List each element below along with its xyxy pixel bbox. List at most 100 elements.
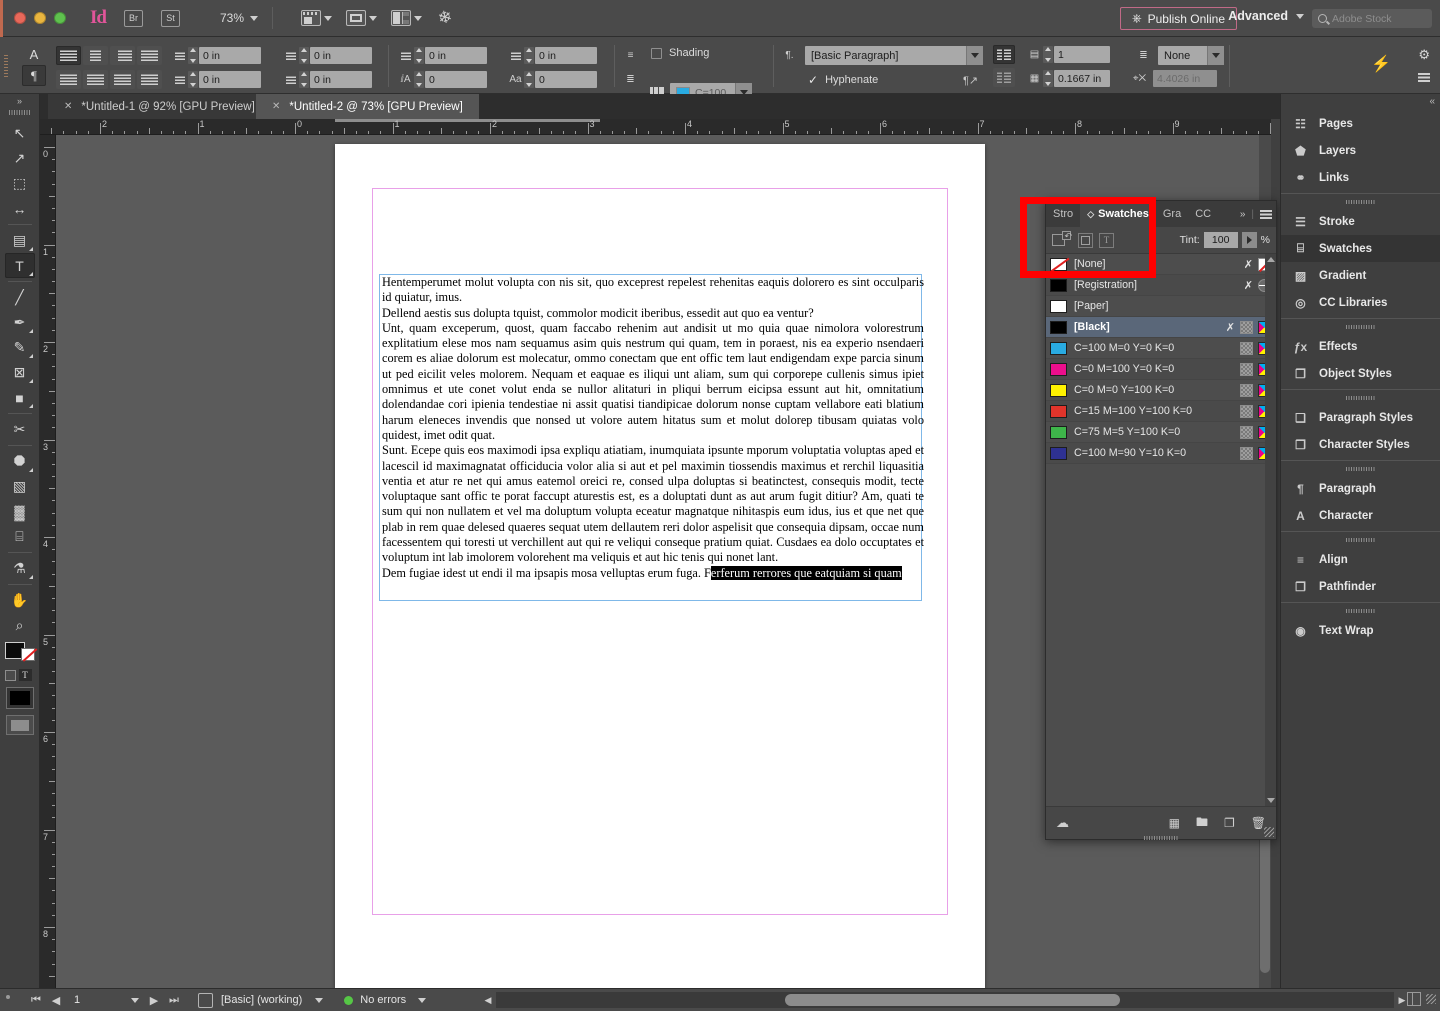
gradient-swatch-tool[interactable]: ▧ (5, 474, 35, 499)
paragraph-composer-icon[interactable]: ¶↗ (963, 74, 978, 87)
window-controls[interactable] (14, 12, 66, 24)
dock-item-object-styles[interactable]: ❐Object Styles (1281, 360, 1440, 387)
story-text[interactable]: Hentemperumet molut volupta con nis sit,… (382, 275, 924, 581)
formatting-affects-text-icon[interactable]: T (1099, 233, 1114, 248)
gear-icon[interactable]: ⚙ (1418, 47, 1430, 63)
close-icon[interactable]: ✕ (64, 101, 72, 112)
control-bar-grip[interactable] (4, 53, 8, 77)
tint-slider-arrow[interactable] (1242, 232, 1257, 248)
dock-item-stroke[interactable]: ☰Stroke (1281, 208, 1440, 235)
master-page-selector[interactable]: [Basic] (working) (198, 991, 328, 1009)
previous-page-button[interactable]: ◀ (46, 990, 66, 1010)
swatch-row[interactable]: C=15 M=100 Y=100 K=0 (1046, 401, 1276, 422)
quick-apply-icon[interactable]: ⚡ (1371, 54, 1391, 74)
direct-selection-tool[interactable]: ↗ (5, 146, 35, 171)
dock-item-text-wrap[interactable]: ◉Text Wrap (1281, 617, 1440, 644)
flyout-triangle-icon[interactable] (29, 379, 33, 383)
span-columns-button[interactable] (993, 45, 1015, 64)
drop-cap-lines-field[interactable]: ⅈA (398, 71, 487, 88)
dock-item-swatches[interactable]: ⌸Swatches (1281, 235, 1440, 262)
dock-item-cc-libraries[interactable]: ◎CC Libraries (1281, 289, 1440, 316)
swatches-panel[interactable]: Stro ◇ Swatches Gra CC » | ↶ T Tint: 100 (1045, 200, 1277, 840)
shading-checkbox[interactable] (651, 48, 662, 59)
flyout-triangle-icon[interactable] (29, 575, 33, 579)
swatch-list[interactable]: [None]✗[Registration]✗[Paper][Black]✗C=1… (1046, 254, 1276, 806)
page-select-dropdown[interactable] (126, 991, 144, 1009)
bullet-list-button[interactable]: ≡ (622, 46, 639, 65)
scrollbar-thumb[interactable] (785, 994, 1120, 1006)
minimize-window-icon[interactable] (34, 12, 46, 24)
swatch-row[interactable]: C=100 M=90 Y=10 K=0 (1046, 443, 1276, 464)
scrollbar-thumb[interactable] (1260, 823, 1270, 973)
character-formatting-button[interactable]: A (22, 44, 46, 65)
last-line-indent-input[interactable] (310, 71, 372, 88)
collapse-panels-icon[interactable]: « (1429, 96, 1435, 107)
horizontal-scrollbar[interactable]: ◀ ▶ (480, 992, 1410, 1008)
grid-align-select[interactable]: None (1158, 46, 1224, 65)
chevron-down-icon[interactable] (310, 991, 328, 1009)
hyphenate-row[interactable]: ✓ Hyphenate ¶↗ (808, 73, 878, 87)
page-tool[interactable]: ⬚ (5, 171, 35, 196)
hyphenate-checkbox[interactable]: ✓ (808, 73, 818, 87)
stepper[interactable] (524, 71, 534, 88)
align-away-spine-button[interactable] (110, 70, 135, 89)
tab-overflow-icon[interactable]: » (1240, 209, 1246, 220)
line-tool[interactable]: ╱ (5, 285, 35, 310)
stepper[interactable] (524, 47, 534, 64)
right-indent-input[interactable] (310, 47, 372, 64)
chevron-down-icon[interactable] (413, 991, 431, 1009)
swatch-row[interactable]: C=0 M=100 Y=0 K=0 (1046, 359, 1276, 380)
pen-tool[interactable]: ✒ (5, 310, 35, 335)
flyout-triangle-icon[interactable] (29, 354, 33, 358)
stock-button[interactable]: St (161, 10, 180, 27)
paragraph-style-select[interactable]: [Basic Paragraph] (805, 46, 983, 65)
adobe-stock-search[interactable]: Adobe Stock (1312, 9, 1432, 28)
view-options-button[interactable] (346, 10, 377, 26)
panel-bottom-grip[interactable] (1144, 836, 1178, 840)
dock-item-layers[interactable]: ⬟Layers (1281, 137, 1440, 164)
align-left-button[interactable] (56, 46, 81, 65)
frame-width-input[interactable] (1153, 70, 1217, 87)
tint-control[interactable]: Tint: 100 % (1180, 232, 1270, 248)
dock-item-character-styles[interactable]: ❒Character Styles (1281, 431, 1440, 458)
first-line-indent-field[interactable] (172, 71, 261, 88)
gutter-input[interactable] (1054, 70, 1110, 87)
new-swatch-icon[interactable]: ❐ (1224, 816, 1235, 830)
swatch-list-scrollbar[interactable] (1265, 254, 1276, 806)
column-count-input[interactable] (1054, 46, 1110, 63)
tab-untitled-1[interactable]: ✕ *Untitled-1 @ 92% [GPU Preview] (48, 94, 271, 119)
panel-tab-swatches[interactable]: ◇ Swatches (1080, 201, 1156, 227)
formatting-affects-container-icon[interactable] (1078, 233, 1093, 248)
apply-to-control[interactable]: T (5, 668, 35, 682)
panel-tab-cc[interactable]: CC (1188, 201, 1218, 227)
format-affects-toggle[interactable]: A ¶ (22, 44, 46, 88)
left-indent-field[interactable] (172, 47, 261, 64)
hand-tool[interactable]: ✋ (5, 588, 35, 613)
fill-stroke-proxy-icon[interactable]: ↶ (1052, 231, 1072, 249)
paragraph-formatting-button[interactable]: ¶ (22, 65, 46, 86)
dock-group-grip[interactable] (1346, 200, 1376, 204)
dock-item-links[interactable]: ⚭Links (1281, 164, 1440, 191)
dock-item-pathfinder[interactable]: ❐Pathfinder (1281, 573, 1440, 600)
fill-stroke-control[interactable] (5, 642, 35, 666)
stepper[interactable] (414, 71, 424, 88)
page-number-field[interactable]: 1 (66, 991, 126, 1009)
swatch-row[interactable]: [None]✗ (1046, 254, 1276, 275)
last-line-indent-field[interactable] (283, 71, 372, 88)
chevron-down-icon[interactable] (966, 46, 983, 65)
drop-cap-chars-input[interactable] (535, 71, 597, 88)
swatch-row[interactable]: C=75 M=5 Y=100 K=0 (1046, 422, 1276, 443)
align-toward-spine-button[interactable] (83, 70, 108, 89)
dock-item-pages[interactable]: ☷Pages (1281, 110, 1440, 137)
rectangle-frame-tool[interactable]: ⊠ (5, 360, 35, 385)
justify-all-lines-button[interactable] (56, 70, 81, 89)
zoom-level-combo[interactable]: 73% (220, 11, 258, 25)
column-count-field[interactable]: ▤ (1027, 46, 1110, 63)
dock-item-paragraph[interactable]: ¶Paragraph (1281, 475, 1440, 502)
split-layout-icon[interactable] (1407, 992, 1421, 1006)
scissors-tool[interactable]: ✂ (5, 417, 35, 442)
type-tool[interactable]: T (5, 253, 35, 278)
flyout-triangle-icon[interactable] (29, 272, 33, 276)
selection-tool[interactable]: ↖ (5, 121, 35, 146)
tools-panel-grip[interactable] (9, 110, 31, 115)
